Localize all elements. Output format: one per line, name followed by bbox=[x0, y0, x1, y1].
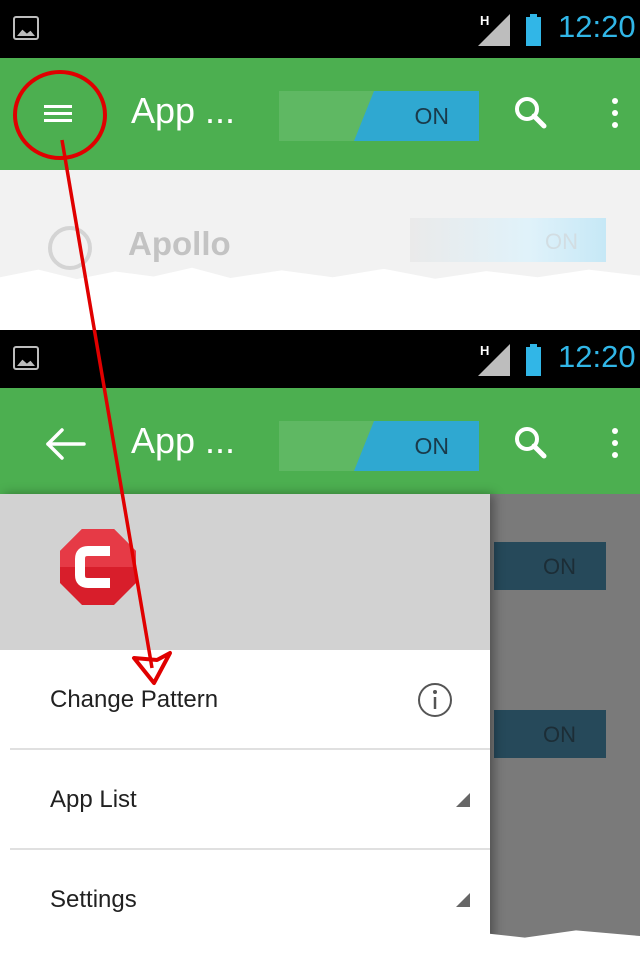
comodo-logo-icon bbox=[60, 529, 136, 605]
app-toggle-label: ON bbox=[545, 229, 578, 254]
app-bar: App ... ON bbox=[0, 58, 640, 170]
toggle-on-segment: ON bbox=[354, 421, 479, 471]
drawer-item-label: Settings bbox=[50, 886, 137, 913]
overflow-menu-icon[interactable] bbox=[600, 422, 630, 466]
drawer-item-label: App List bbox=[50, 786, 137, 813]
drawer-item-app-list[interactable]: App List bbox=[10, 750, 490, 850]
background-app-toggle: ON bbox=[494, 542, 606, 590]
background-toggle-label: ON bbox=[543, 722, 576, 747]
svg-text:H: H bbox=[480, 343, 489, 358]
app-name: Apollo bbox=[128, 225, 231, 262]
status-time: 12:20 bbox=[558, 339, 636, 374]
drawer-item-label: Change Pattern bbox=[50, 686, 219, 713]
navigation-drawer: Change Pattern App List Settings bbox=[0, 494, 490, 960]
info-icon[interactable] bbox=[416, 681, 454, 719]
gallery-notification-icon bbox=[13, 16, 39, 40]
expand-triangle-icon bbox=[456, 793, 470, 807]
app-icon bbox=[48, 226, 92, 270]
background-toggle-label: ON bbox=[543, 554, 576, 579]
app-title: App ... bbox=[131, 420, 236, 461]
search-icon[interactable] bbox=[510, 92, 554, 136]
overflow-menu-icon[interactable] bbox=[600, 92, 630, 136]
toggle-label: ON bbox=[414, 103, 450, 129]
protection-toggle[interactable]: ON bbox=[279, 91, 479, 141]
bottom-screenshot: H 12:20 App ... ON ON ON Change Pattern … bbox=[0, 330, 640, 960]
expand-triangle-icon bbox=[456, 893, 470, 907]
background-app-toggle: ON bbox=[494, 710, 606, 758]
battery-icon bbox=[526, 344, 541, 376]
hamburger-icon bbox=[44, 105, 72, 123]
drawer-item-change-pattern[interactable]: Change Pattern bbox=[10, 650, 490, 750]
gallery-notification-icon bbox=[13, 346, 39, 370]
app-toggle[interactable]: ON bbox=[410, 218, 606, 262]
signal-icon: H bbox=[478, 13, 510, 46]
top-screenshot: H 12:20 App ... ON Apollo ON bbox=[0, 0, 640, 300]
app-bar: App ... ON bbox=[0, 388, 640, 494]
separator bbox=[0, 300, 640, 330]
protection-toggle[interactable]: ON bbox=[279, 421, 479, 471]
app-title: App ... bbox=[131, 90, 236, 131]
drawer-header bbox=[0, 494, 490, 650]
svg-text:H: H bbox=[480, 13, 489, 28]
back-arrow-icon[interactable] bbox=[40, 414, 100, 474]
status-bar: H 12:20 bbox=[0, 330, 640, 388]
toggle-on-segment: ON bbox=[354, 91, 479, 141]
status-bar: H 12:20 bbox=[0, 0, 640, 58]
status-time: 12:20 bbox=[558, 9, 636, 44]
signal-icon: H bbox=[478, 343, 510, 376]
hamburger-menu-button[interactable] bbox=[28, 84, 88, 144]
battery-icon bbox=[526, 14, 541, 46]
search-icon[interactable] bbox=[510, 422, 554, 466]
toggle-label: ON bbox=[414, 433, 450, 459]
